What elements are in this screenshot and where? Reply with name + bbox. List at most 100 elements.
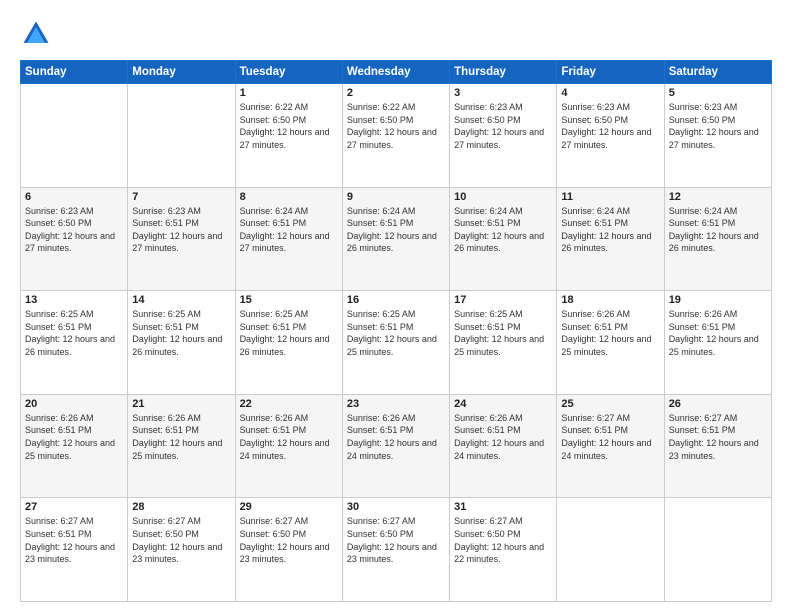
- day-number: 4: [561, 87, 659, 99]
- day-number: 5: [669, 87, 767, 99]
- calendar-cell: 19 Sunrise: 6:26 AM Sunset: 6:51 PM Dayli…: [664, 291, 771, 395]
- calendar-cell: 7 Sunrise: 6:23 AM Sunset: 6:51 PM Daylig…: [128, 187, 235, 291]
- day-number: 9: [347, 191, 445, 203]
- day-info: Sunrise: 6:26 AM Sunset: 6:51 PM Dayligh…: [25, 412, 123, 462]
- day-number: 2: [347, 87, 445, 99]
- calendar-cell: [21, 84, 128, 188]
- day-info: Sunrise: 6:23 AM Sunset: 6:50 PM Dayligh…: [669, 101, 767, 151]
- day-info: Sunrise: 6:27 AM Sunset: 6:51 PM Dayligh…: [669, 412, 767, 462]
- day-number: 30: [347, 501, 445, 513]
- day-number: 6: [25, 191, 123, 203]
- day-info: Sunrise: 6:26 AM Sunset: 6:51 PM Dayligh…: [240, 412, 338, 462]
- calendar-cell: 13 Sunrise: 6:25 AM Sunset: 6:51 PM Dayli…: [21, 291, 128, 395]
- day-info: Sunrise: 6:26 AM Sunset: 6:51 PM Dayligh…: [454, 412, 552, 462]
- day-number: 8: [240, 191, 338, 203]
- day-info: Sunrise: 6:23 AM Sunset: 6:51 PM Dayligh…: [132, 205, 230, 255]
- week-row-2: 6Sunrise: 6:23 AM Sunset: 6:50 PM Daylig…: [21, 187, 772, 291]
- week-row-1: 1 Sunrise: 6:22 AM Sunset: 6:50 PM Daylig…: [21, 84, 772, 188]
- calendar-cell: 20 Sunrise: 6:26 AM Sunset: 6:51 PM Dayli…: [21, 394, 128, 498]
- day-info: Sunrise: 6:27 AM Sunset: 6:50 PM Dayligh…: [454, 515, 552, 565]
- weekday-header-wednesday: Wednesday: [342, 61, 449, 84]
- day-number: 24: [454, 398, 552, 410]
- day-info: Sunrise: 6:27 AM Sunset: 6:51 PM Dayligh…: [25, 515, 123, 565]
- day-number: 7: [132, 191, 230, 203]
- day-info: Sunrise: 6:26 AM Sunset: 6:51 PM Dayligh…: [561, 308, 659, 358]
- day-info: Sunrise: 6:22 AM Sunset: 6:50 PM Dayligh…: [240, 101, 338, 151]
- calendar-cell: 22 Sunrise: 6:26 AM Sunset: 6:51 PM Dayli…: [235, 394, 342, 498]
- week-row-5: 27 Sunrise: 6:27 AM Sunset: 6:51 PM Dayli…: [21, 498, 772, 602]
- day-info: Sunrise: 6:26 AM Sunset: 6:51 PM Dayligh…: [132, 412, 230, 462]
- week-row-4: 20 Sunrise: 6:26 AM Sunset: 6:51 PM Dayli…: [21, 394, 772, 498]
- day-info: Sunrise: 6:27 AM Sunset: 6:50 PM Dayligh…: [240, 515, 338, 565]
- weekday-header-thursday: Thursday: [450, 61, 557, 84]
- day-number: 3: [454, 87, 552, 99]
- day-number: 21: [132, 398, 230, 410]
- day-number: 20: [25, 398, 123, 410]
- day-info: Sunrise: 6:25 AM Sunset: 6:51 PM Dayligh…: [454, 308, 552, 358]
- calendar-cell: 12Sunrise: 6:24 AM Sunset: 6:51 PM Dayli…: [664, 187, 771, 291]
- logo-icon: [20, 18, 52, 50]
- day-info: Sunrise: 6:25 AM Sunset: 6:51 PM Dayligh…: [240, 308, 338, 358]
- day-info: Sunrise: 6:23 AM Sunset: 6:50 PM Dayligh…: [454, 101, 552, 151]
- day-info: Sunrise: 6:26 AM Sunset: 6:51 PM Dayligh…: [347, 412, 445, 462]
- day-number: 25: [561, 398, 659, 410]
- calendar-cell: 28 Sunrise: 6:27 AM Sunset: 6:50 PM Dayli…: [128, 498, 235, 602]
- calendar-cell: 31 Sunrise: 6:27 AM Sunset: 6:50 PM Dayli…: [450, 498, 557, 602]
- week-row-3: 13 Sunrise: 6:25 AM Sunset: 6:51 PM Dayli…: [21, 291, 772, 395]
- day-info: Sunrise: 6:26 AM Sunset: 6:51 PM Dayligh…: [669, 308, 767, 358]
- calendar-cell: [664, 498, 771, 602]
- calendar-cell: 27 Sunrise: 6:27 AM Sunset: 6:51 PM Dayli…: [21, 498, 128, 602]
- day-number: 14: [132, 294, 230, 306]
- calendar-cell: 3 Sunrise: 6:23 AM Sunset: 6:50 PM Daylig…: [450, 84, 557, 188]
- calendar-cell: 26Sunrise: 6:27 AM Sunset: 6:51 PM Dayli…: [664, 394, 771, 498]
- calendar-cell: 8 Sunrise: 6:24 AM Sunset: 6:51 PM Daylig…: [235, 187, 342, 291]
- calendar-cell: 1 Sunrise: 6:22 AM Sunset: 6:50 PM Daylig…: [235, 84, 342, 188]
- calendar-cell: 29 Sunrise: 6:27 AM Sunset: 6:50 PM Dayli…: [235, 498, 342, 602]
- calendar-cell: 11 Sunrise: 6:24 AM Sunset: 6:51 PM Dayli…: [557, 187, 664, 291]
- day-number: 17: [454, 294, 552, 306]
- day-info: Sunrise: 6:24 AM Sunset: 6:51 PM Dayligh…: [240, 205, 338, 255]
- weekday-header-sunday: Sunday: [21, 61, 128, 84]
- weekday-header-monday: Monday: [128, 61, 235, 84]
- logo: [20, 18, 56, 50]
- page: SundayMondayTuesdayWednesdayThursdayFrid…: [0, 0, 792, 612]
- day-info: Sunrise: 6:25 AM Sunset: 6:51 PM Dayligh…: [25, 308, 123, 358]
- day-number: 23: [347, 398, 445, 410]
- day-info: Sunrise: 6:27 AM Sunset: 6:50 PM Dayligh…: [132, 515, 230, 565]
- day-info: Sunrise: 6:27 AM Sunset: 6:51 PM Dayligh…: [561, 412, 659, 462]
- calendar-cell: 18Sunrise: 6:26 AM Sunset: 6:51 PM Dayli…: [557, 291, 664, 395]
- day-number: 28: [132, 501, 230, 513]
- day-number: 29: [240, 501, 338, 513]
- calendar-cell: 15Sunrise: 6:25 AM Sunset: 6:51 PM Dayli…: [235, 291, 342, 395]
- calendar-cell: 6Sunrise: 6:23 AM Sunset: 6:50 PM Daylig…: [21, 187, 128, 291]
- day-info: Sunrise: 6:25 AM Sunset: 6:51 PM Dayligh…: [347, 308, 445, 358]
- weekday-header-friday: Friday: [557, 61, 664, 84]
- calendar-cell: 4 Sunrise: 6:23 AM Sunset: 6:50 PM Daylig…: [557, 84, 664, 188]
- calendar-cell: [128, 84, 235, 188]
- calendar-cell: 10Sunrise: 6:24 AM Sunset: 6:51 PM Dayli…: [450, 187, 557, 291]
- weekday-header-saturday: Saturday: [664, 61, 771, 84]
- day-number: 11: [561, 191, 659, 203]
- day-number: 16: [347, 294, 445, 306]
- calendar-cell: 24 Sunrise: 6:26 AM Sunset: 6:51 PM Dayli…: [450, 394, 557, 498]
- day-info: Sunrise: 6:23 AM Sunset: 6:50 PM Dayligh…: [561, 101, 659, 151]
- calendar-cell: 17 Sunrise: 6:25 AM Sunset: 6:51 PM Dayli…: [450, 291, 557, 395]
- day-info: Sunrise: 6:24 AM Sunset: 6:51 PM Dayligh…: [454, 205, 552, 255]
- calendar-cell: 21 Sunrise: 6:26 AM Sunset: 6:51 PM Dayli…: [128, 394, 235, 498]
- calendar-cell: 9Sunrise: 6:24 AM Sunset: 6:51 PM Daylig…: [342, 187, 449, 291]
- calendar-cell: 2 Sunrise: 6:22 AM Sunset: 6:50 PM Daylig…: [342, 84, 449, 188]
- day-number: 27: [25, 501, 123, 513]
- day-number: 12: [669, 191, 767, 203]
- calendar-cell: 25 Sunrise: 6:27 AM Sunset: 6:51 PM Dayli…: [557, 394, 664, 498]
- weekday-header-row: SundayMondayTuesdayWednesdayThursdayFrid…: [21, 61, 772, 84]
- day-number: 22: [240, 398, 338, 410]
- day-info: Sunrise: 6:27 AM Sunset: 6:50 PM Dayligh…: [347, 515, 445, 565]
- weekday-header-tuesday: Tuesday: [235, 61, 342, 84]
- day-number: 19: [669, 294, 767, 306]
- day-number: 13: [25, 294, 123, 306]
- day-info: Sunrise: 6:24 AM Sunset: 6:51 PM Dayligh…: [561, 205, 659, 255]
- day-number: 31: [454, 501, 552, 513]
- day-info: Sunrise: 6:22 AM Sunset: 6:50 PM Dayligh…: [347, 101, 445, 151]
- calendar-cell: 23 Sunrise: 6:26 AM Sunset: 6:51 PM Dayli…: [342, 394, 449, 498]
- day-number: 1: [240, 87, 338, 99]
